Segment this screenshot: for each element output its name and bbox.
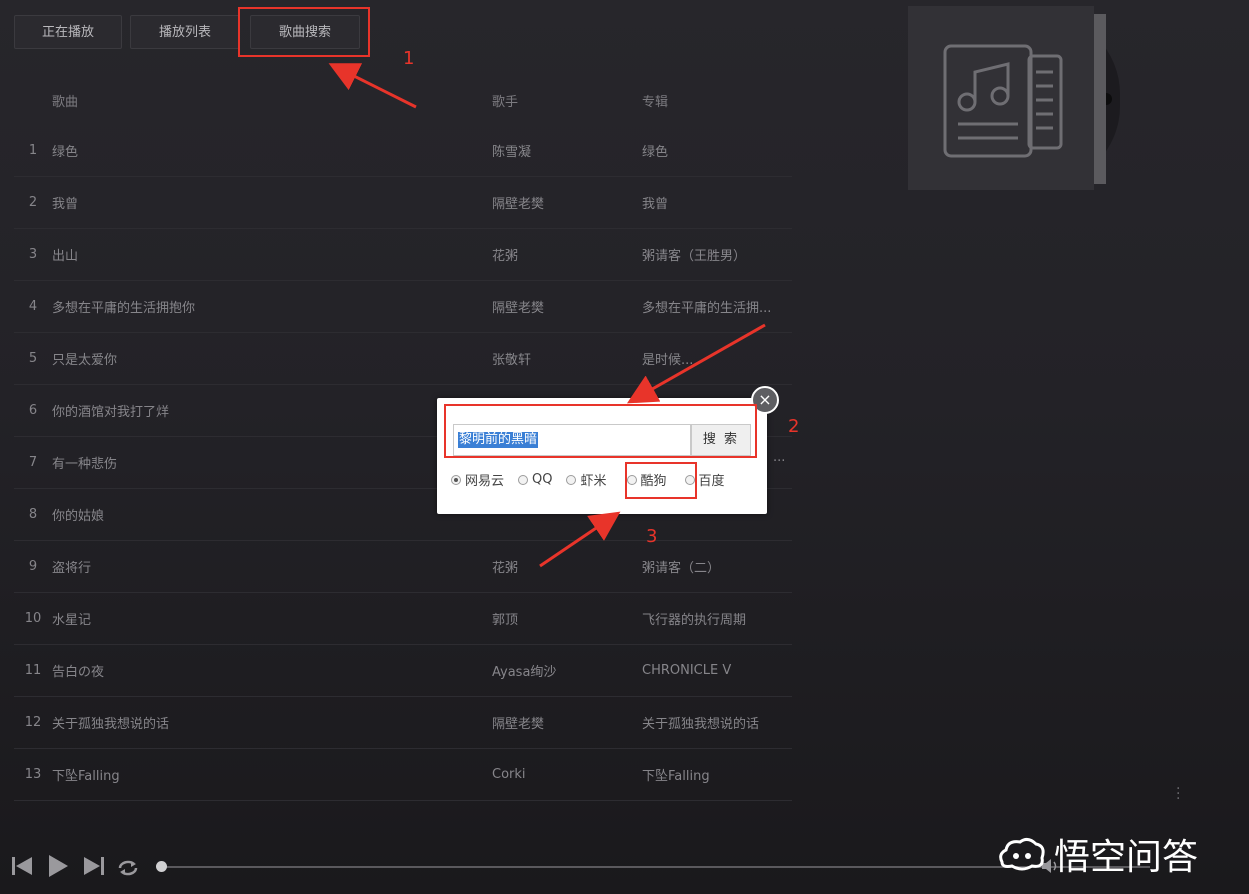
row-album: 绿色 — [642, 145, 669, 160]
row-index: 5 — [28, 351, 38, 366]
header-song: 歌曲 — [52, 94, 79, 110]
play-icon[interactable] — [46, 854, 70, 878]
row-album: 粥请客（二） — [642, 561, 721, 576]
row-index: 3 — [28, 247, 38, 262]
row-artist: 花粥 — [492, 249, 519, 264]
tab-playlist[interactable]: 播放列表 — [130, 15, 240, 49]
row-album: 粥请客（王胜男） — [642, 249, 747, 264]
row-artist: 陈雪凝 — [492, 145, 532, 160]
source-qq-radio[interactable]: QQ — [518, 470, 552, 489]
row-artist: 花粥 — [492, 561, 519, 576]
table-row[interactable]: 11 告白の夜 Ayasa绚沙 CHRONICLE V — [14, 645, 792, 697]
loop-icon[interactable] — [116, 856, 140, 880]
row-index: 9 — [28, 559, 38, 574]
row-song: 有一种悲伤 — [52, 457, 118, 472]
row-index: 6 — [28, 403, 38, 418]
table-row[interactable]: 13 下坠Falling Corki 下坠Falling — [14, 749, 792, 801]
annotation-box-1 — [238, 7, 370, 57]
row-index: 11 — [24, 663, 42, 678]
wukong-cloud-icon — [999, 837, 1045, 871]
table-row[interactable]: 3 出山 花粥 粥请客（王胜男） — [14, 229, 792, 281]
table-row[interactable]: 10 水星记 郭顶 飞行器的执行周期 — [14, 593, 792, 645]
row-album: 我曾 — [642, 197, 669, 212]
header-album: 专辑 — [642, 94, 669, 110]
radio-circle[interactable] — [518, 474, 529, 485]
source-label: 网易云 — [465, 474, 505, 489]
radio-circle[interactable] — [451, 474, 461, 485]
row-album: CHRONICLE V — [642, 663, 732, 678]
annotation-label-2: 2 — [788, 416, 800, 437]
row-album: 下坠Falling — [642, 769, 710, 784]
row-index: 8 — [28, 507, 38, 522]
row-album: 飞行器的执行周期 — [642, 613, 747, 628]
annotation-box-3 — [625, 462, 697, 499]
watermark: 悟空问答 — [996, 828, 1198, 880]
table-row[interactable]: 1 绿色 陈雪凝 绿色 — [14, 125, 792, 177]
table-header: 歌曲 歌手 专辑 — [14, 75, 792, 125]
row-song: 我曾 — [52, 197, 79, 212]
source-netease-radio[interactable]: 网易云 — [451, 470, 504, 489]
row-song: 出山 — [52, 249, 79, 264]
row-song: 绿色 — [52, 145, 79, 160]
table-row[interactable]: 9 盗将行 花粥 粥请客（二） — [14, 541, 792, 593]
row-index: 12 — [24, 715, 42, 730]
row-album: 多想在平庸的生活拥... — [642, 301, 772, 316]
row-index: 7 — [28, 455, 38, 470]
annotation-label-3: 3 — [646, 526, 658, 547]
source-label: QQ — [532, 472, 553, 487]
row-song: 多想在平庸的生活拥抱你 — [52, 301, 196, 316]
row-song: 你的姑娘 — [52, 509, 105, 524]
row-artist: Ayasa绚沙 — [492, 665, 557, 680]
row-song: 只是太爱你 — [52, 353, 118, 368]
table-row[interactable]: 12 关于孤独我想说的话 隔壁老樊 关于孤独我想说的话 — [14, 697, 792, 749]
row-song: 关于孤独我想说的话 — [52, 717, 170, 732]
progress-knob[interactable] — [156, 861, 167, 872]
row-index: 2 — [28, 195, 38, 210]
row-7-album-ellipsis: ... — [773, 450, 786, 465]
table-row[interactable]: 4 多想在平庸的生活拥抱你 隔壁老樊 多想在平庸的生活拥... — [14, 281, 792, 333]
annotation-label-1: 1 — [403, 48, 415, 69]
row-song: 你的酒馆对我打了烊 — [52, 405, 170, 420]
row-artist: Corki — [492, 767, 526, 782]
annotation-box-2 — [444, 404, 757, 458]
skip-next-icon[interactable] — [82, 854, 106, 878]
radio-circle[interactable] — [566, 474, 577, 485]
tab-now-playing[interactable]: 正在播放 — [14, 15, 122, 49]
skip-previous-icon[interactable] — [10, 854, 34, 878]
row-song: 盗将行 — [52, 561, 92, 576]
table-row[interactable]: 5 只是太爱你 张敬轩 是时候... — [14, 333, 792, 385]
vinyl-edge — [1094, 14, 1106, 184]
row-song: 下坠Falling — [52, 769, 120, 784]
row-artist: 郭顶 — [492, 613, 519, 628]
watermark-text: 悟空问答 — [1054, 837, 1199, 878]
row-artist: 隔壁老樊 — [492, 717, 545, 732]
header-artist: 歌手 — [492, 94, 519, 110]
row-song: 水星记 — [52, 613, 92, 628]
row-song: 告白の夜 — [52, 665, 105, 680]
row-index: 1 — [28, 143, 38, 158]
row-album: 关于孤独我想说的话 — [642, 717, 760, 732]
source-xiami-radio[interactable]: 虾米 — [566, 470, 607, 489]
row-index: 10 — [24, 611, 42, 626]
row-album: 是时候... — [642, 353, 694, 368]
row-index: 4 — [28, 299, 38, 314]
row-artist: 隔壁老樊 — [492, 301, 545, 316]
album-cover — [908, 6, 1094, 190]
music-note-document-icon — [943, 44, 1063, 158]
row-artist: 隔壁老樊 — [492, 197, 545, 212]
row-artist: 张敬轩 — [492, 353, 532, 368]
more-vertical-icon[interactable]: · · · — [1176, 782, 1180, 806]
table-row[interactable]: 2 我曾 隔壁老樊 我曾 — [14, 177, 792, 229]
source-label: 百度 — [698, 474, 725, 489]
source-label: 虾米 — [580, 474, 607, 489]
row-index: 13 — [24, 767, 42, 782]
